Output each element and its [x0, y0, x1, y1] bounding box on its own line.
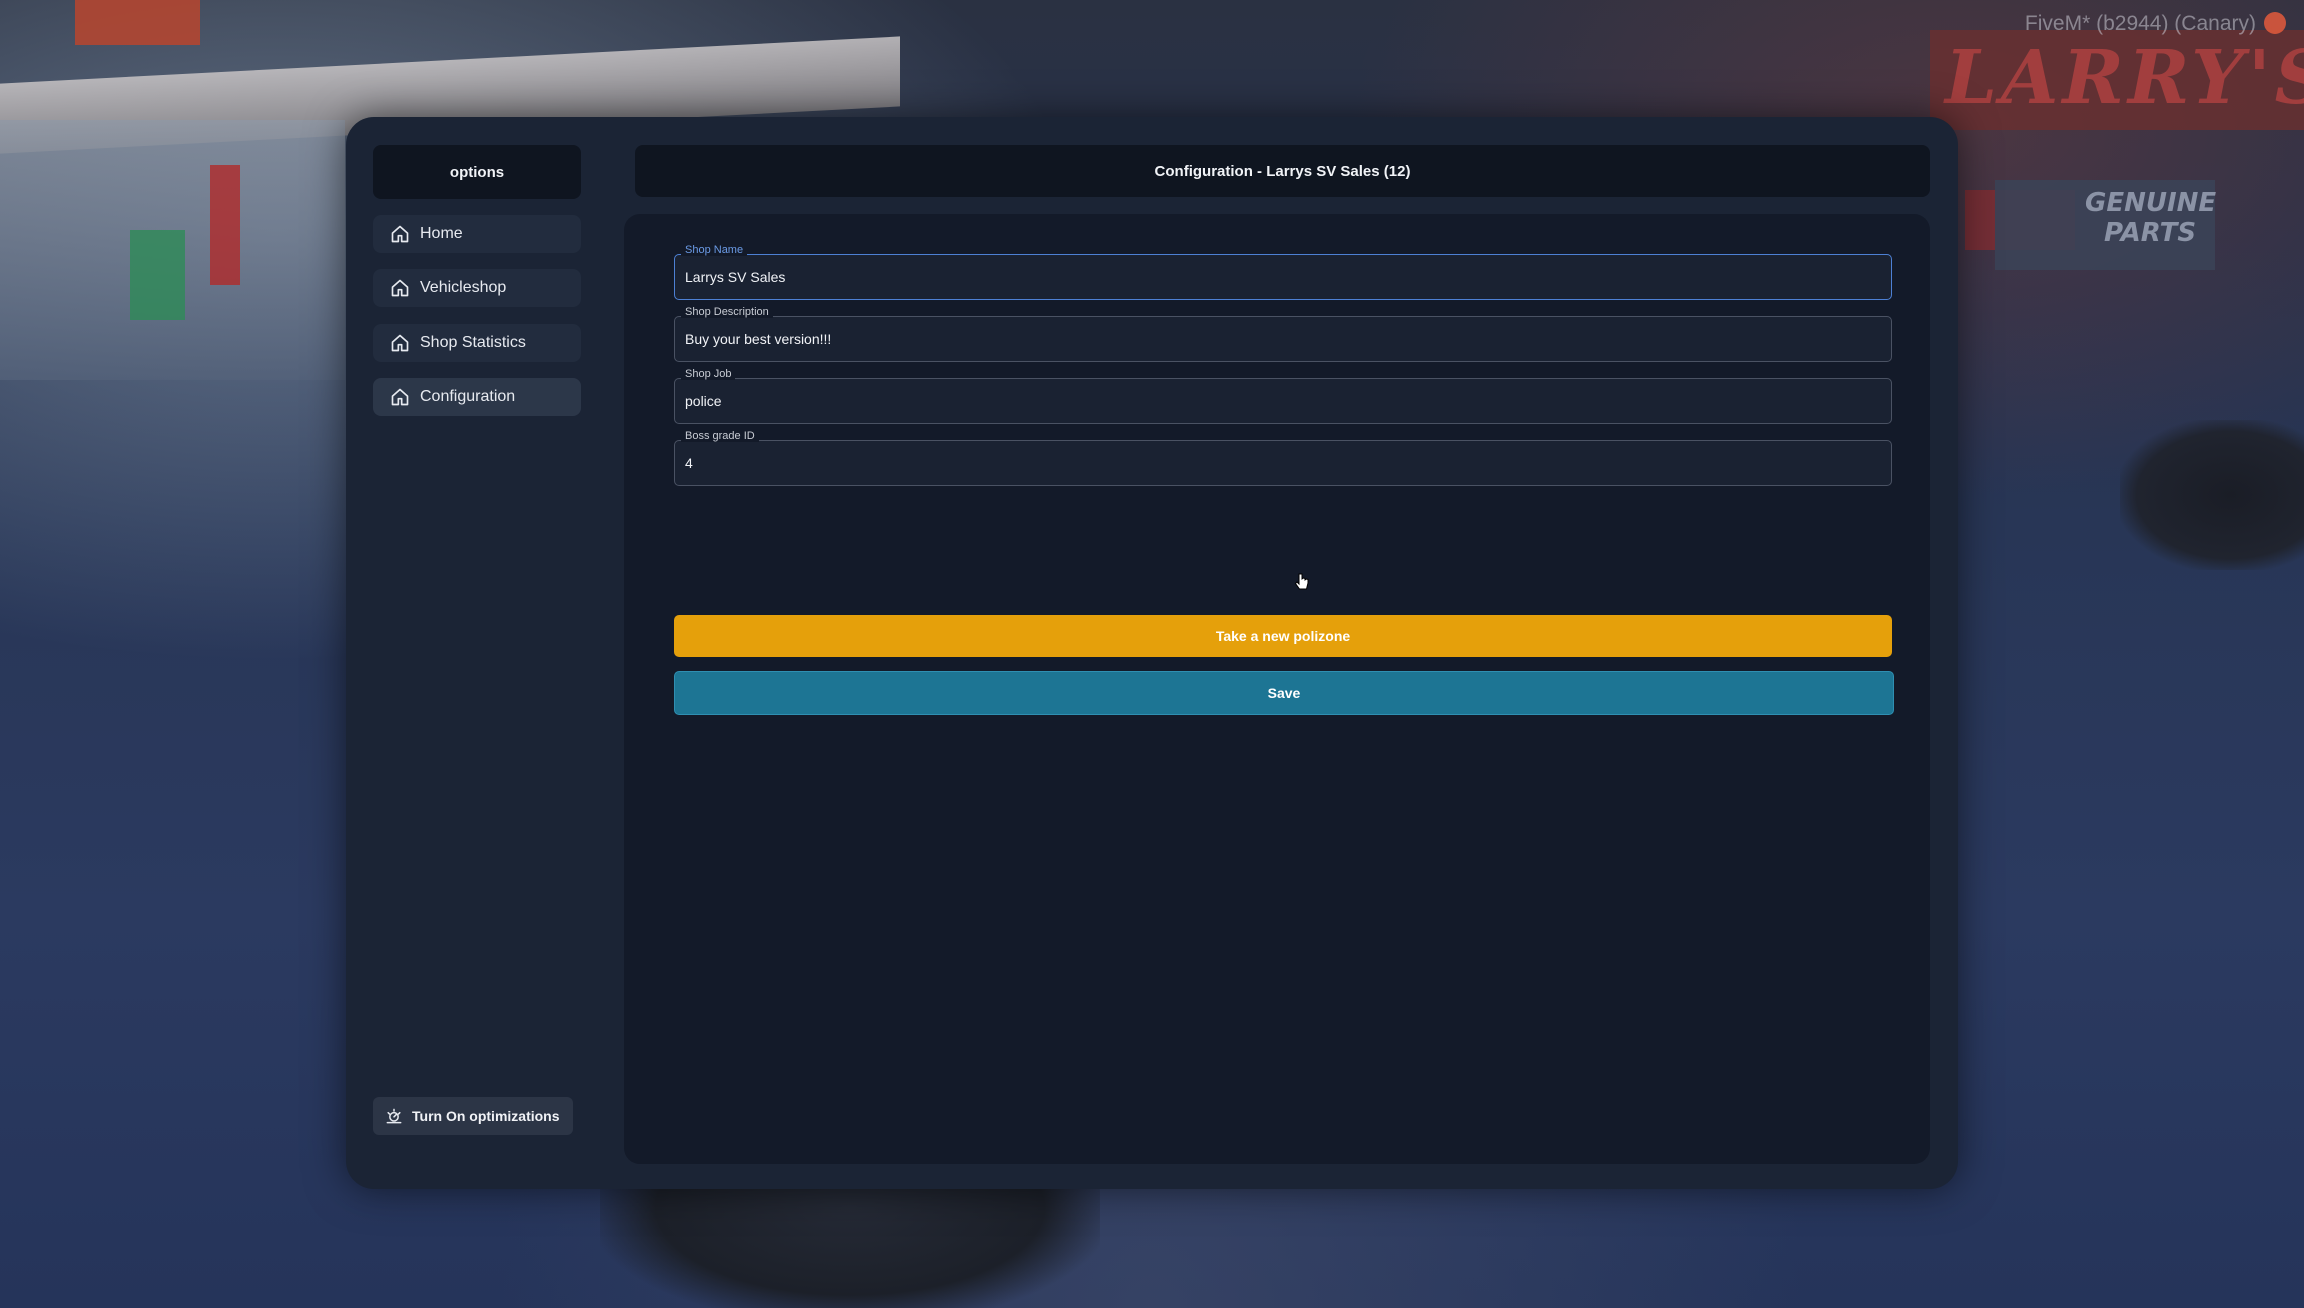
background-vending-machine	[210, 165, 240, 285]
save-button[interactable]: Save	[674, 671, 1894, 715]
home-icon	[390, 278, 410, 298]
shop-description-input[interactable]	[685, 331, 1875, 347]
fivem-logo-icon	[2264, 12, 2286, 34]
boss-grade-input[interactable]	[685, 455, 1875, 471]
shop-name-field: Shop Name	[674, 244, 1892, 300]
mouse-cursor-icon	[1294, 573, 1309, 590]
boss-grade-field: Boss grade ID	[674, 430, 1892, 486]
fivem-build-tag: FiveM* (b2944) (Canary)	[2024, 12, 2256, 35]
shop-name-label: Shop Name	[681, 244, 748, 256]
turn-on-optimizations-label: Turn On optimizations	[412, 1108, 560, 1124]
background-larrys-lettering: LARRY'S	[1945, 35, 2304, 121]
page-title: Configuration - Larrys SV Sales (12)	[635, 145, 1930, 197]
sidebar-item-label: Vehicleshop	[420, 279, 507, 296]
configuration-form: Shop Name Shop Description Shop Job Boss…	[624, 214, 1930, 1164]
background-red-sign	[75, 0, 200, 45]
shop-name-input[interactable]	[685, 269, 1875, 285]
shop-description-field: Shop Description	[674, 306, 1892, 362]
sidebar-item-label: Home	[420, 225, 463, 242]
shop-job-field: Shop Job	[674, 368, 1892, 424]
sidebar-item-configuration[interactable]: Configuration	[373, 378, 581, 416]
home-icon	[390, 387, 410, 407]
shop-job-label: Shop Job	[681, 368, 736, 380]
home-icon	[390, 333, 410, 353]
take-new-polizone-button[interactable]: Take a new polizone	[674, 615, 1892, 657]
shop-job-input[interactable]	[685, 393, 1875, 409]
shop-description-label: Shop Description	[681, 306, 773, 318]
sidebar-item-vehicleshop[interactable]: Vehicleshop	[373, 269, 581, 307]
sidebar-item-label: Shop Statistics	[420, 334, 526, 351]
background-player	[600, 1180, 1100, 1308]
sidebar-item-home[interactable]: Home	[373, 215, 581, 253]
optimization-icon	[384, 1106, 404, 1126]
background-car	[2120, 420, 2304, 570]
home-icon	[390, 224, 410, 244]
sidebar-item-shop-statistics[interactable]: Shop Statistics	[373, 324, 581, 362]
background-vending-machine	[130, 230, 185, 320]
turn-on-optimizations-button[interactable]: Turn On optimizations	[373, 1097, 573, 1135]
background-parts-lettering: GENUINE PARTS	[2085, 188, 2217, 248]
sidebar: options Home Vehicleshop Shop Statistics…	[346, 117, 586, 1189]
sidebar-item-label: Configuration	[420, 388, 516, 405]
sidebar-title: options	[373, 145, 581, 199]
tablet-window: options Home Vehicleshop Shop Statistics…	[346, 117, 1958, 1189]
boss-grade-label: Boss grade ID	[681, 430, 759, 442]
